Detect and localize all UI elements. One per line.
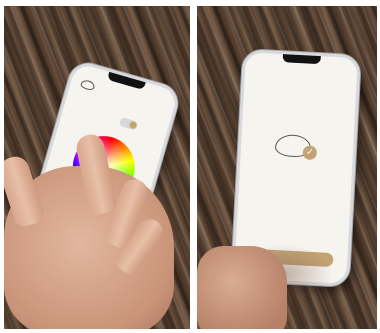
power-toggle[interactable] [118,116,139,131]
photo-right: ✓ [197,6,377,329]
phone-notch [282,54,321,65]
photo-left [4,6,190,329]
hand [197,246,287,329]
lamp-icon [79,78,96,92]
checkmark-icon: ✓ [302,145,318,161]
phone-notch [107,71,146,91]
